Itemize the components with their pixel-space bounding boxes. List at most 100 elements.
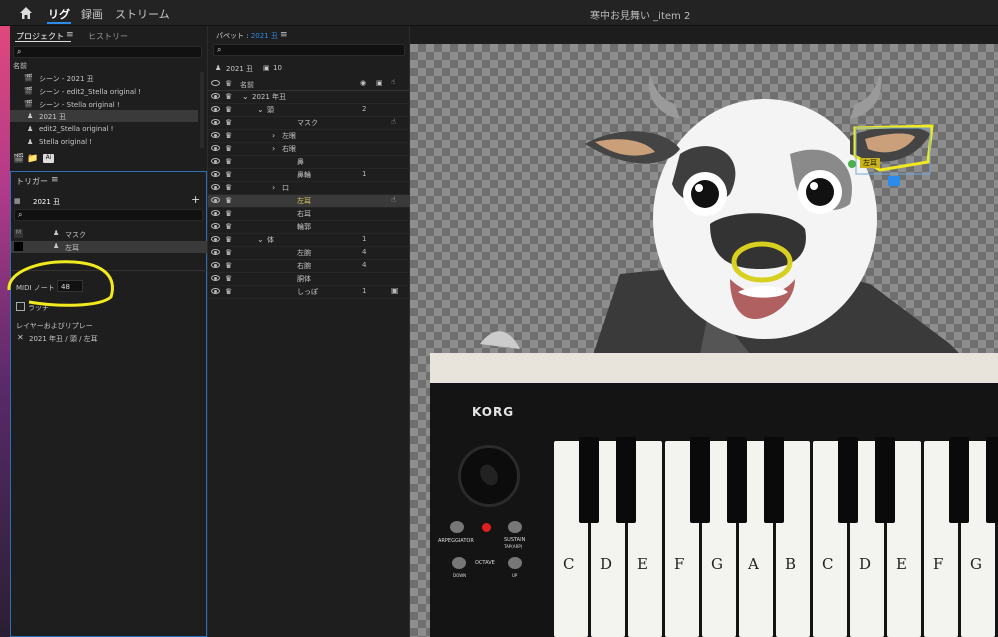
search-icon: ⌕	[17, 47, 22, 56]
puppet-tree-row[interactable]: ♛ › 右眼	[208, 143, 410, 156]
window-title: 寒中お見舞い _item 2	[590, 11, 691, 22]
puppet-tree-row[interactable]: ♛ マスク ☝	[208, 117, 410, 130]
sustain-button	[508, 521, 522, 533]
joystick-stick	[476, 461, 502, 489]
puppet-tree-row[interactable]: ♛ › 左眼	[208, 130, 410, 143]
visibility-icon[interactable]	[211, 158, 220, 164]
up-label: UP	[512, 573, 518, 578]
puppet-tree-row[interactable]: ♛ 鼻	[208, 156, 410, 169]
puppet-tree-row[interactable]: ♛ 左耳 ☝	[208, 195, 410, 208]
visibility-icon[interactable]	[211, 145, 220, 151]
expand-icon[interactable]: ⌄	[257, 105, 264, 114]
visibility-icon[interactable]	[211, 80, 220, 86]
list-item[interactable]: ♟ 2021 丑	[10, 110, 198, 122]
scene-icon: 🎬	[24, 100, 33, 108]
project-list: 🎬 シーン - 2021 丑 🎬 シーン - edit2_Stella origin…	[10, 72, 200, 148]
visibility-icon[interactable]	[211, 288, 220, 294]
home-icon[interactable]	[18, 5, 34, 21]
visibility-icon[interactable]	[211, 249, 220, 255]
visibility-icon[interactable]	[211, 223, 220, 229]
puppet-tree-row[interactable]: ♛ 輪郭	[208, 221, 410, 234]
key-label: B	[785, 555, 797, 573]
puppet-tree-label: 輪郭	[297, 223, 311, 231]
visibility-icon[interactable]	[211, 184, 220, 190]
annotation-circle	[7, 260, 114, 307]
tab-rig[interactable]: リグ	[48, 6, 70, 22]
crown-icon: ♛	[225, 92, 233, 101]
remove-icon[interactable]: ✕	[17, 333, 24, 342]
visibility-icon[interactable]	[211, 275, 220, 281]
puppet-tree-row[interactable]: ♛ ⌄ 頭 2	[208, 104, 410, 117]
trigger-menu-icon[interactable]: ≡	[51, 175, 59, 185]
expand-icon[interactable]: ›	[272, 144, 275, 153]
key-label: D	[600, 555, 613, 573]
keyboard-photo: KORG ARPEGGIATOR SUSTAIN TAP(ARP) DOWN O…	[430, 353, 998, 637]
visibility-icon[interactable]	[211, 210, 220, 216]
calendar-icon[interactable]: ▣	[376, 79, 383, 87]
black-key	[838, 437, 858, 523]
visibility-icon[interactable]	[211, 106, 220, 112]
puppet-tree-row[interactable]: ♛ 胴体	[208, 273, 410, 286]
expand-icon[interactable]: ›	[272, 183, 275, 192]
add-trigger-icon[interactable]: +	[191, 193, 200, 206]
octave-label: OCTAVE	[475, 560, 495, 566]
visibility-icon[interactable]	[211, 132, 220, 138]
trigger-search-input[interactable]: ⌕	[14, 209, 203, 221]
puppet-tree-label: 右眼	[282, 145, 296, 153]
puppet-search-input[interactable]: ⌕	[213, 44, 405, 56]
handle-count: 4	[362, 261, 367, 269]
crown-icon: ♛	[225, 79, 233, 88]
handle-count: 1	[362, 235, 367, 243]
expand-icon[interactable]: ⌄	[242, 92, 249, 101]
search-icon: ⌕	[217, 45, 222, 54]
puppet-tree-row[interactable]: ♛ しっぽ 1 ▣	[208, 286, 410, 299]
handle-label[interactable]: 左耳	[860, 158, 880, 168]
puppet-tree-row[interactable]: ♛ ⌄ 2021 年丑	[208, 91, 410, 104]
visibility-icon[interactable]	[211, 119, 220, 125]
list-item[interactable]: ♟ edit2_Stella original !	[10, 123, 198, 135]
puppet-header-name: 2021 丑	[226, 65, 254, 73]
visibility-icon[interactable]	[211, 262, 220, 268]
tab-history[interactable]: ヒストリー	[88, 31, 128, 42]
key-label: C	[822, 555, 834, 573]
puppet-tree-row[interactable]: ♛ 左腕 4	[208, 247, 410, 260]
scene-icon: 🎬	[24, 74, 33, 82]
crown-icon: ♛	[225, 196, 233, 205]
list-item[interactable]: 🎬 シーン - 2021 丑	[10, 72, 198, 84]
project-scrollbar[interactable]	[200, 72, 204, 148]
hand-icon[interactable]: ☝	[391, 78, 395, 86]
project-column-name: 名前	[13, 62, 27, 70]
visibility-icon[interactable]	[211, 197, 220, 203]
trigger-panel: トリガー ≡ ▦ 2021 丑 + ⌕ M ♟ マスク ♟ 左耳 MIDI ノー…	[7, 171, 207, 637]
list-item[interactable]: 🎬 シーン - edit2_Stella original !	[10, 85, 198, 97]
trigger-row[interactable]: M ♟ マスク	[11, 228, 207, 240]
new-scene-icon[interactable]: 🎬	[13, 154, 24, 164]
expand-icon[interactable]: ›	[272, 131, 275, 140]
puppet-menu-icon[interactable]: ≡	[280, 30, 288, 40]
puppet-tree-row[interactable]: ♛ 鼻輪 1	[208, 169, 410, 182]
list-item[interactable]: ♟ Stella original !	[10, 136, 198, 148]
puppet-tree-row[interactable]: ♛ › 口	[208, 182, 410, 195]
tap-label: TAP(ARP)	[504, 544, 523, 549]
black-key	[579, 437, 599, 523]
arpeggiator-label: ARPEGGIATOR	[438, 538, 474, 544]
puppet-tree-row[interactable]: ♛ ⌄ 体 1	[208, 234, 410, 247]
ai-file-icon[interactable]: Ai	[43, 154, 54, 163]
visibility-icon[interactable]	[211, 171, 220, 177]
project-search-input[interactable]: ⌕	[13, 46, 202, 58]
black-key	[949, 437, 969, 523]
puppet-tree-row[interactable]: ♛ 右腕 4	[208, 260, 410, 273]
visibility-icon[interactable]	[211, 236, 220, 242]
record-icon[interactable]: ◉	[360, 79, 366, 87]
tab-record[interactable]: 録画	[81, 6, 103, 22]
puppet-column-name: 名前	[240, 81, 254, 89]
trigger-layer-label: マスク	[65, 231, 86, 239]
project-menu-icon[interactable]: ≡	[66, 30, 74, 40]
visibility-icon[interactable]	[211, 93, 220, 99]
puppet-tree-row[interactable]: ♛ 右耳	[208, 208, 410, 221]
expand-icon[interactable]: ⌄	[257, 235, 264, 244]
tab-stream[interactable]: ストリーム	[115, 6, 170, 22]
folder-icon[interactable]: 📁	[27, 154, 38, 164]
list-item[interactable]: 🎬 シーン - Stella original !	[10, 98, 198, 110]
crown-icon: ♛	[225, 118, 233, 127]
